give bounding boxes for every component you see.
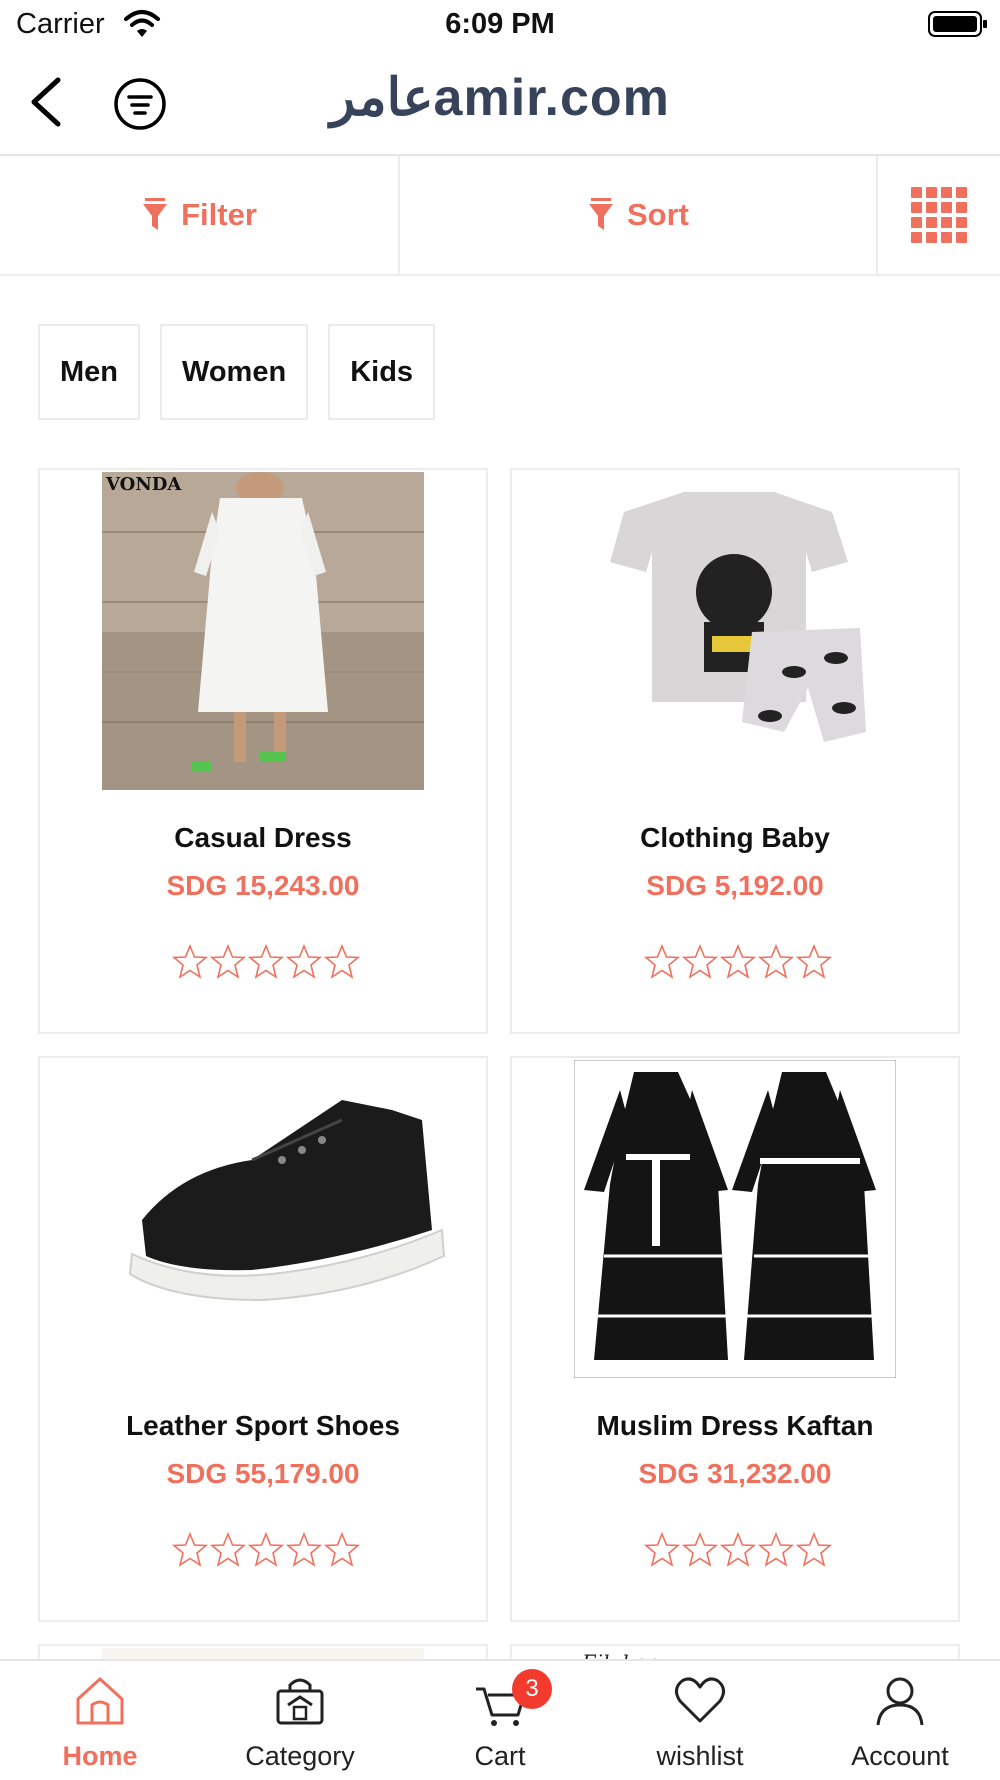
product-card-leather-sport-shoes[interactable]: Leather Sport Shoes SDG 55,179.00: [38, 1056, 488, 1622]
tab-label: Home: [62, 1741, 138, 1771]
filter-sort-toolbar: Filter Sort: [0, 156, 1000, 276]
rating-stars[interactable]: [644, 944, 836, 984]
casual-dress-image: VONDA: [102, 472, 424, 790]
category-chip-women[interactable]: Women: [160, 324, 309, 420]
star-icon[interactable]: [682, 1532, 718, 1568]
product-price: SDG 55,179.00: [166, 1458, 360, 1489]
sort-button[interactable]: Sort: [400, 156, 878, 274]
star-icon[interactable]: [210, 1532, 246, 1568]
rating-stars[interactable]: [172, 1532, 364, 1572]
tab-wishlist[interactable]: wishlist: [600, 1661, 800, 1780]
product-title: Casual Dress: [174, 822, 352, 853]
account-person-icon: [876, 1677, 924, 1726]
product-card-muslim-dress-kaftan[interactable]: Muslim Dress Kaftan SDG 31,232.00: [510, 1056, 960, 1622]
product-price: SDG 31,232.00: [638, 1458, 832, 1489]
filter-button[interactable]: Filter: [0, 156, 400, 274]
star-icon[interactable]: [172, 1532, 208, 1568]
home-icon: [76, 1677, 124, 1725]
product-price: SDG 15,243.00: [166, 870, 360, 901]
star-icon[interactable]: [758, 944, 794, 980]
star-icon[interactable]: [720, 1532, 756, 1568]
rating-stars[interactable]: [172, 944, 364, 984]
category-chip-kids[interactable]: Kids: [328, 324, 436, 420]
star-icon[interactable]: [286, 944, 322, 980]
star-icon[interactable]: [286, 1532, 322, 1568]
grid-view-button[interactable]: [878, 156, 1000, 274]
product-title: Clothing Baby: [640, 822, 830, 853]
muslim-dress-image: [574, 1060, 896, 1378]
category-store-icon: [276, 1678, 324, 1725]
star-icon[interactable]: [324, 1532, 360, 1568]
leather-shoes-image: [102, 1060, 446, 1378]
logo-arabic: عامر: [330, 69, 434, 127]
tab-label: Account: [851, 1741, 949, 1771]
sort-funnel-icon: [589, 198, 613, 230]
battery-icon: [928, 11, 987, 37]
tab-cart[interactable]: 3 Cart: [400, 1661, 600, 1780]
tab-category[interactable]: Category: [200, 1661, 400, 1780]
star-icon[interactable]: [248, 1532, 284, 1568]
app-logo: عامرamir.com: [0, 68, 1000, 128]
product-title: Leather Sport Shoes: [126, 1410, 400, 1441]
star-icon[interactable]: [210, 944, 246, 980]
heart-icon: [675, 1677, 725, 1723]
grid-view-icon: [911, 187, 967, 243]
tab-label: wishlist: [656, 1741, 744, 1771]
navigation-bar: عامرamir.com: [0, 52, 1000, 156]
star-icon[interactable]: [324, 944, 360, 980]
svg-text:VONDA: VONDA: [105, 474, 182, 495]
tab-label: Category: [245, 1741, 355, 1771]
star-icon[interactable]: [644, 1532, 680, 1568]
star-icon[interactable]: [720, 944, 756, 980]
product-title: Muslim Dress Kaftan: [596, 1410, 874, 1441]
rating-stars[interactable]: [644, 1532, 836, 1572]
tab-label: Cart: [474, 1741, 526, 1771]
product-card-clothing-baby[interactable]: Clothing Baby SDG 5,192.00: [510, 468, 960, 1034]
logo-text: amir.com: [433, 69, 670, 127]
tab-account[interactable]: Account: [800, 1661, 1000, 1780]
tab-home[interactable]: Home: [0, 1661, 200, 1780]
sort-label: Sort: [627, 197, 689, 232]
cart-badge: 3: [512, 1669, 552, 1709]
filter-label: Filter: [181, 197, 257, 232]
star-icon[interactable]: [644, 944, 680, 980]
star-icon[interactable]: [682, 944, 718, 980]
product-price: SDG 5,192.00: [646, 870, 824, 901]
star-icon[interactable]: [796, 1532, 832, 1568]
star-icon[interactable]: [248, 944, 284, 980]
star-icon[interactable]: [758, 1532, 794, 1568]
bottom-tab-bar: Home Category 3 Cart wishlist Account: [0, 1659, 1000, 1780]
status-time: 6:09 PM: [445, 8, 555, 40]
status-bar: Carrier 6:09 PM: [0, 0, 1000, 52]
category-chip-men[interactable]: Men: [38, 324, 140, 420]
star-icon[interactable]: [796, 944, 832, 980]
filter-funnel-icon: [143, 198, 168, 230]
star-icon[interactable]: [172, 944, 208, 980]
product-card-casual-dress[interactable]: VONDA Casual Dress SDG 15,243.00: [38, 468, 488, 1034]
clothing-baby-image: [574, 472, 896, 790]
category-chips: Men Women Kids: [38, 324, 436, 420]
